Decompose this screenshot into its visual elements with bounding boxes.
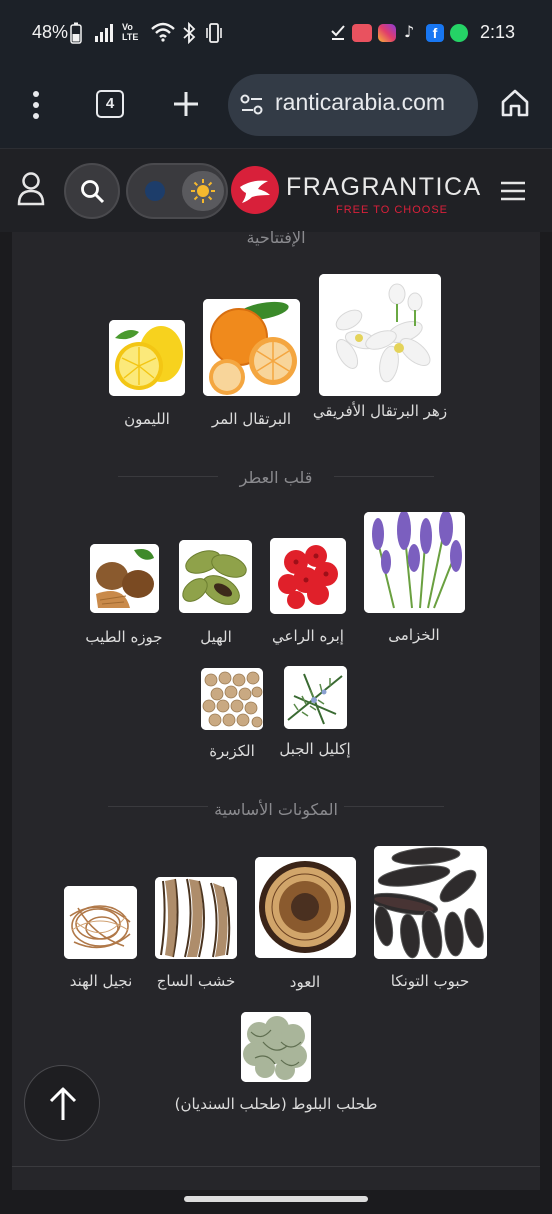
status-bar: 48% Vo LTE ♪ f 2:13	[0, 0, 552, 64]
note-label: زهر البرتقال الأفريقي	[312, 402, 448, 420]
note-label: نجيل الهند	[69, 972, 133, 990]
oud-image	[255, 857, 356, 958]
site-header: FRAGRANTICA FREE TO CHOOSE	[0, 148, 552, 232]
signal-icon	[95, 24, 113, 42]
top-notes-title: الإفتتاحية	[246, 228, 306, 247]
tab-switcher-button[interactable]: 4	[96, 90, 124, 118]
note-label: حبوب التونكا	[390, 972, 470, 990]
note-label: الكزبرة	[209, 742, 255, 760]
cardamom-image	[179, 540, 252, 613]
system-nav-bar	[0, 1190, 552, 1214]
rosemary-image	[284, 666, 347, 729]
browser-toolbar: 4 ranticarabia.com	[0, 64, 552, 148]
battery-percent: 48%	[32, 22, 69, 42]
bitter-orange-image	[203, 299, 300, 396]
geranium-image	[270, 538, 346, 614]
brand-name: FRAGRANTICA	[286, 173, 482, 201]
facebook-icon: f	[426, 24, 444, 42]
lavender-image	[364, 512, 465, 613]
dark-mode-option[interactable]	[134, 171, 174, 211]
divider	[12, 1166, 540, 1167]
theme-toggle[interactable]	[126, 163, 228, 219]
wifi-icon	[151, 22, 175, 42]
note-label: جوزه الطيب	[85, 628, 163, 646]
vibrate-icon	[206, 23, 222, 43]
user-icon[interactable]	[16, 171, 46, 207]
moon-icon	[145, 181, 165, 201]
scroll-to-top-button[interactable]	[24, 1065, 100, 1141]
hamburger-menu-icon[interactable]	[500, 181, 526, 201]
shopping-app-icon	[352, 24, 372, 42]
url-text: ranticarabia.com	[275, 89, 446, 115]
tab-count: 4	[105, 95, 115, 112]
teak-wood-image	[155, 877, 237, 959]
light-mode-option[interactable]	[182, 171, 224, 211]
search-icon	[81, 180, 105, 204]
base-notes-title: المكونات الأساسية	[214, 800, 338, 819]
note-label: الليمون	[124, 410, 170, 428]
menu-dots-icon[interactable]	[26, 90, 46, 120]
note-label: طحلب البلوط (طحلب السنديان)	[174, 1095, 378, 1113]
tonka-bean-image	[374, 846, 487, 959]
search-button[interactable]	[64, 163, 120, 219]
heart-notes-title: قلب العطر	[239, 468, 313, 487]
notes-pyramid: الإفتتاحية زهر البرتقال الأفريقي البرتقا…	[12, 228, 540, 1190]
bluetooth-icon	[183, 22, 196, 44]
battery-icon	[70, 22, 82, 44]
address-bar[interactable]: ranticarabia.com	[228, 74, 478, 136]
instagram-icon	[378, 24, 396, 42]
brand-tagline: FREE TO CHOOSE	[336, 204, 449, 216]
home-icon[interactable]	[500, 88, 530, 118]
tiktok-icon: ♪	[404, 22, 415, 41]
lemon-image	[109, 320, 185, 396]
volte-indicator: Vo LTE	[122, 22, 139, 42]
new-tab-icon[interactable]	[172, 90, 200, 118]
sun-icon	[191, 179, 215, 203]
orange-blossom-image	[319, 274, 441, 396]
oakmoss-image	[241, 1012, 311, 1082]
nutmeg-image	[90, 544, 159, 613]
coriander-image	[201, 668, 263, 730]
fragrantica-logo[interactable]	[230, 165, 280, 215]
site-settings-icon[interactable]	[240, 93, 264, 117]
whatsapp-icon	[450, 24, 468, 42]
download-done-icon	[331, 25, 345, 40]
arrow-up-icon	[49, 1087, 77, 1120]
home-gesture-handle[interactable]	[184, 1196, 368, 1202]
vetiver-image	[64, 886, 137, 959]
clock: 2:13	[480, 22, 516, 42]
